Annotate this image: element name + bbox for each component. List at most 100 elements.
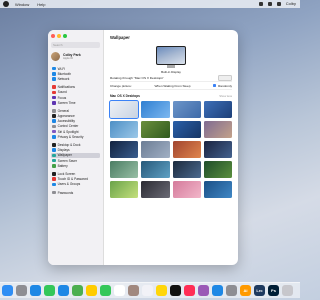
reminders-icon[interactable] [142,285,153,296]
wallpaper-thumbnail[interactable] [203,121,232,138]
show-less-button[interactable]: Show less [219,94,232,98]
wallpaper-thumbnail[interactable] [172,161,201,178]
avatar [51,52,60,61]
sidebar-group: Notifications Sound Focus Screen Time [51,85,100,106]
sidebar-item-privacy-security[interactable]: Privacy & Security [51,134,100,139]
photos-icon[interactable] [86,285,97,296]
sidebar-item-icon [52,177,56,181]
wifi-icon[interactable] [267,1,272,6]
wallpaper-thumbnail[interactable] [203,181,232,198]
sidebar-item-label: Notifications [57,85,75,90]
music-icon[interactable] [184,285,195,296]
tv-icon[interactable] [170,285,181,296]
section-header: Mac OS X Desktops Show less [110,94,232,98]
minimize-button[interactable] [57,34,61,38]
sidebar: Search Colby Park Apple ID Wi-Fi Bluetoot… [48,30,104,265]
wallpaper-thumbnail[interactable] [108,99,140,120]
sidebar-item-users-groups[interactable]: Users & Groups [51,182,100,187]
sidebar-item-notifications[interactable]: Notifications [51,85,100,90]
notes-icon[interactable] [156,285,167,296]
sidebar-item-desktop-dock[interactable]: Desktop & Dock [51,142,100,147]
launchpad-icon[interactable] [16,285,27,296]
sidebar-item-icon [52,158,56,163]
facetime-icon[interactable] [100,285,111,296]
sidebar-item-battery[interactable]: Battery [51,163,100,168]
wallpaper-thumbnail[interactable] [172,121,201,138]
wallpaper-thumbnail[interactable] [110,141,139,158]
menu-item-help[interactable]: Help [37,2,45,7]
wallpaper-thumbnail[interactable] [110,181,139,198]
menu-user-name[interactable]: Colby [286,1,296,6]
zoom-button[interactable] [63,34,67,38]
sidebar-item-passwords[interactable]: Passwords [51,190,100,195]
sidebar-item-icon [52,163,56,168]
menu-item-window[interactable]: Window [15,2,29,7]
rotate-row: Rotating through "Mac OS X Desktops" [110,74,232,82]
sidebar-item-label: Focus [57,95,67,100]
sidebar-item-icon [52,85,56,89]
app-store-icon[interactable] [212,285,223,296]
wallpaper-thumbnail[interactable] [141,141,170,158]
wallpaper-thumbnail[interactable] [110,121,139,138]
wallpaper-thumbnail[interactable] [141,121,170,138]
calendar-icon[interactable] [114,285,125,296]
wallpaper-thumbnail[interactable] [172,181,201,198]
sidebar-item-lock-screen[interactable]: Lock Screen [51,171,100,176]
system-settings-icon[interactable] [226,285,237,296]
sidebar-group: General Appearance Accessibility Control Ce… [51,108,100,139]
sidebar-item-screen-time[interactable]: Screen Time [51,100,100,105]
wallpaper-thumbnail[interactable] [141,101,170,118]
dock: Ai Lrc Ps [0,282,300,298]
sidebar-item-icon [52,124,56,129]
mail-icon[interactable] [58,285,69,296]
sidebar-item-icon [52,172,56,176]
sidebar-item-icon [52,95,56,100]
randomly-checkbox[interactable]: Randomly [213,84,232,88]
search-placeholder: Search [53,43,63,47]
change-picture-label: Change picture: [110,83,132,88]
apple-id-profile[interactable]: Colby Park Apple ID [51,52,100,61]
wallpaper-thumbnail[interactable] [110,161,139,178]
change-picture-row: Change picture: When Waking From Sleep R… [110,82,232,90]
wallpaper-thumbnail[interactable] [203,161,232,178]
system-settings-window: Search Colby Park Apple ID Wi-Fi Bluetoot… [48,30,238,265]
sidebar-item-general[interactable]: General [51,108,100,113]
page-title: Wallpaper [110,35,130,40]
sidebar-item-appearance[interactable]: Appearance [51,114,100,119]
sidebar-item-touch-id-password[interactable]: Touch ID & Password [51,177,100,182]
wallpaper-thumbnail[interactable] [172,101,201,118]
ai-icon[interactable]: Ai [240,285,251,296]
search-input[interactable]: Search [51,42,100,48]
ps-icon[interactable]: Ps [268,285,279,296]
maps-icon[interactable] [72,285,83,296]
wallpaper-thumbnail[interactable] [203,101,232,118]
rotate-text: Rotating through "Mac OS X Desktops" [110,75,164,80]
sidebar-item-label: Battery [57,163,68,168]
rotate-toggle[interactable] [218,74,232,81]
battery-icon[interactable] [258,1,263,6]
apple-icon[interactable] [3,1,9,7]
finder-icon[interactable] [2,285,13,296]
messages-icon[interactable] [44,285,55,296]
sidebar-item-label: Bluetooth [57,71,72,76]
sidebar-item-label: Displays [57,148,70,153]
close-button[interactable] [51,34,55,38]
contacts-icon[interactable] [128,285,139,296]
podcasts-icon[interactable] [198,285,209,296]
sidebar-item-network[interactable]: Network [51,76,100,81]
trash-icon[interactable] [282,285,293,296]
lrc-icon[interactable]: Lrc [254,285,265,296]
window-controls [51,34,100,38]
sidebar-item-icon [52,90,56,95]
safari-icon[interactable] [30,285,41,296]
sidebar-item-icon [52,109,56,113]
wallpaper-thumbnail[interactable] [203,141,232,158]
wallpaper-thumbnail[interactable] [141,181,170,198]
change-picture-select[interactable]: When Waking From Sleep [154,84,190,88]
search-icon[interactable] [276,1,281,6]
sidebar-item-icon [52,129,56,134]
sidebar-item-label: Screen Saver [57,158,77,163]
sidebar-item-icon [52,66,56,71]
wallpaper-thumbnail[interactable] [141,161,170,178]
wallpaper-thumbnail[interactable] [172,141,201,158]
